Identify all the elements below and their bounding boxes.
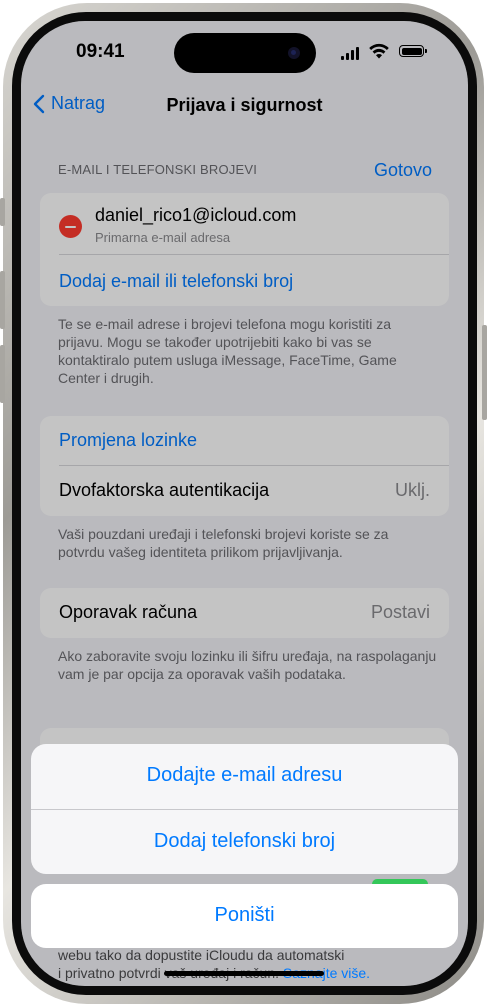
- volume-up-button: [0, 271, 5, 329]
- cellular-signal-icon: [341, 47, 359, 60]
- front-camera-icon: [288, 47, 300, 59]
- cancel-button[interactable]: Poništi: [31, 904, 458, 927]
- bottom-footer-line1: webu tako da dopustite iCloudu da automa…: [58, 947, 345, 963]
- phone-screen: 09:41 Natrag Prijava i sigurnost E-MAIL …: [21, 21, 468, 986]
- dynamic-island: [174, 33, 316, 73]
- power-button: [482, 325, 487, 420]
- add-email-address-button[interactable]: Dodajte e-mail adresu: [31, 764, 458, 787]
- home-indicator[interactable]: [164, 971, 324, 976]
- battery-icon: [399, 45, 427, 57]
- sheet-divider: [31, 809, 458, 810]
- wifi-icon: [369, 43, 389, 59]
- volume-down-button: [0, 345, 5, 403]
- action-button: [0, 198, 5, 226]
- action-sheet: Dodajte e-mail adresu Dodaj telefonski b…: [31, 744, 458, 874]
- status-time: 09:41: [76, 41, 125, 62]
- cancel-sheet: Poništi: [31, 884, 458, 948]
- add-phone-number-button[interactable]: Dodaj telefonski broj: [31, 830, 458, 853]
